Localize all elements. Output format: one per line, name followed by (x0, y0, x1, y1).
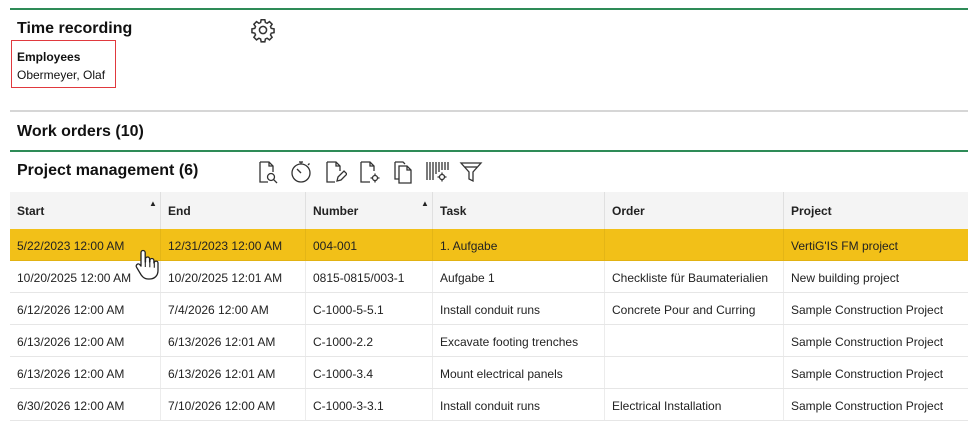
section-divider (10, 110, 968, 112)
table-row[interactable]: 5/22/2023 12:00 AM 12/31/2023 12:00 AM 0… (10, 229, 968, 261)
cell-start: 6/12/2026 12:00 AM (17, 303, 125, 317)
cell-order: Checkliste für Baumaterialien (612, 271, 769, 285)
time-recording-title: Time recording (17, 20, 133, 37)
cell-project: VertiG'IS FM project (791, 239, 898, 253)
column-separator (604, 192, 605, 229)
employees-value: Obermeyer, Olaf (17, 68, 106, 82)
edit-document-button[interactable] (318, 157, 352, 187)
cell-end: 7/4/2026 12:00 AM (168, 303, 269, 317)
cell-project: New building project (791, 271, 900, 285)
cell-project: Sample Construction Project (791, 335, 944, 349)
column-header-start[interactable]: Start (17, 204, 44, 218)
cell-end: 6/13/2026 12:01 AM (168, 367, 276, 381)
column-header-order[interactable]: Order (612, 204, 645, 218)
top-divider (10, 8, 968, 10)
cell-task: Mount electrical panels (440, 367, 563, 381)
cell-start: 10/20/2025 12:00 AM (17, 271, 132, 285)
work-orders-title[interactable]: Work orders (10) (17, 123, 144, 141)
cell-start: 6/13/2026 12:00 AM (17, 335, 125, 349)
cell-task: Aufgabe 1 (440, 271, 495, 285)
column-header-number[interactable]: Number (313, 204, 358, 218)
filter-button[interactable] (454, 157, 488, 187)
column-header-project[interactable]: Project (791, 204, 832, 218)
cell-task: 1. Aufgabe (440, 239, 498, 253)
table-row[interactable]: 6/13/2026 12:00 AM 6/13/2026 12:01 AM C-… (10, 325, 968, 357)
project-management-title: Project management (6) (17, 162, 199, 179)
timer-button[interactable] (284, 157, 318, 187)
employees-label: Employees (17, 50, 81, 64)
table-row[interactable]: 10/20/2025 12:00 AM 10/20/2025 12:01 AM … (10, 261, 968, 293)
column-header-task[interactable]: Task (440, 204, 466, 218)
column-header-end[interactable]: End (168, 204, 191, 218)
timer-icon (291, 161, 311, 183)
project-toolbar (250, 157, 488, 187)
document-settings-icon (360, 161, 380, 183)
barcode-settings-icon (426, 162, 449, 182)
cell-project: Sample Construction Project (791, 367, 944, 381)
cell-end: 7/10/2026 12:00 AM (168, 399, 276, 413)
cell-task: Install conduit runs (440, 399, 541, 413)
project-table: Start ▲ End Number ▲ Task Order Project … (10, 192, 968, 421)
cell-number: C-1000-3-3.1 (313, 399, 384, 413)
cell-number: C-1000-5-5.1 (313, 303, 384, 317)
employees-field: Employees Obermeyer, Olaf (11, 40, 116, 88)
table-row[interactable]: 6/30/2026 12:00 AM 7/10/2026 12:00 AM C-… (10, 389, 968, 421)
search-document-icon (259, 161, 278, 184)
cell-order: Electrical Installation (612, 399, 722, 413)
column-separator (305, 192, 306, 229)
cell-end: 6/13/2026 12:01 AM (168, 335, 276, 349)
cell-start: 6/13/2026 12:00 AM (17, 367, 125, 381)
sort-asc-icon: ▲ (149, 199, 157, 208)
cell-start: 5/22/2023 12:00 AM (17, 239, 125, 253)
cell-number: 0815-0815/003-1 (313, 271, 405, 285)
document-settings-button[interactable] (352, 157, 386, 187)
edit-document-icon (326, 161, 347, 183)
table-row[interactable]: 6/13/2026 12:00 AM 6/13/2026 12:01 AM C-… (10, 357, 968, 389)
project-divider (10, 150, 968, 152)
gear-icon[interactable] (250, 17, 276, 43)
cell-number: 004-001 (313, 239, 358, 253)
cell-end: 12/31/2023 12:00 AM (168, 239, 283, 253)
column-separator (783, 192, 784, 229)
cell-start: 6/30/2026 12:00 AM (17, 399, 125, 413)
cell-number: C-1000-2.2 (313, 335, 374, 349)
filter-icon (459, 162, 483, 183)
cell-number: C-1000-3.4 (313, 367, 374, 381)
cell-task: Install conduit runs (440, 303, 541, 317)
copy-documents-button[interactable] (386, 157, 420, 187)
cell-end: 10/20/2025 12:01 AM (168, 271, 283, 285)
cell-project: Sample Construction Project (791, 399, 944, 413)
table-header: Start ▲ End Number ▲ Task Order Project (10, 192, 968, 229)
column-separator (160, 192, 161, 229)
cell-task: Excavate footing trenches (440, 335, 579, 349)
sort-asc-icon: ▲ (421, 199, 429, 208)
table-row[interactable]: 6/12/2026 12:00 AM 7/4/2026 12:00 AM C-1… (10, 293, 968, 325)
cell-project: Sample Construction Project (791, 303, 944, 317)
search-document-button[interactable] (250, 157, 284, 187)
cell-order: Concrete Pour and Curring (612, 303, 756, 317)
barcode-settings-button[interactable] (420, 157, 454, 187)
copy-documents-icon (394, 161, 412, 184)
column-separator (432, 192, 433, 229)
